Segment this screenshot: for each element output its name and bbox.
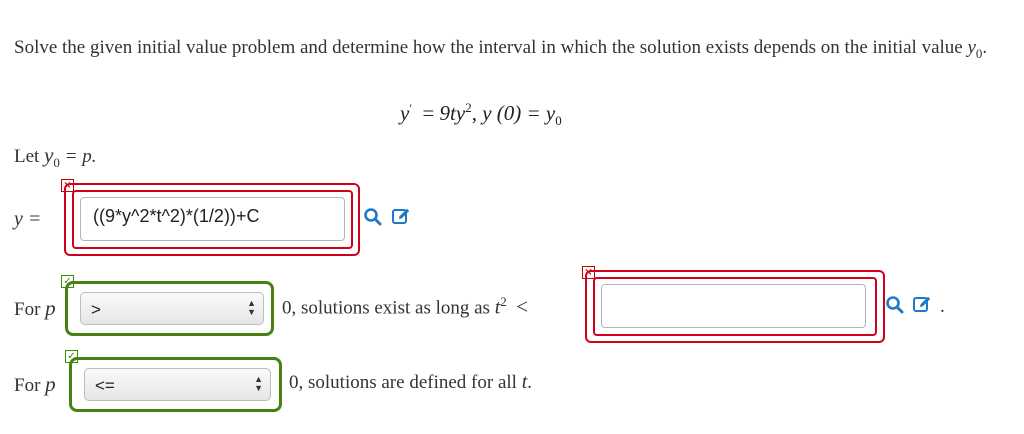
t-exp: 2 (500, 294, 507, 309)
eq-rhs: 9ty (439, 101, 466, 125)
trailing-period: . (940, 296, 945, 317)
p-var: p (45, 296, 56, 320)
let-prefix: Let (14, 146, 40, 167)
select-value: <= (95, 376, 115, 395)
select-arrows-icon: ▲ ▼ (247, 298, 256, 317)
select-arrows-icon: ▲ ▼ (254, 374, 263, 393)
for-label: For (14, 375, 41, 396)
relation-select-positive[interactable]: > ▲ ▼ (80, 292, 264, 325)
p-var: p (45, 372, 56, 396)
instructions-var: y (967, 37, 976, 58)
trailing-period: . (527, 372, 532, 393)
eq-ic-sub: 0 (555, 113, 562, 129)
row-positive-text: 0, solutions exist as long as t2 < (282, 294, 528, 319)
row-positive-label: For p (14, 296, 56, 321)
pencil-edit-icon[interactable] (391, 206, 411, 226)
answer-input[interactable]: ((9*y^2*t^2)*(1/2))+C (80, 197, 345, 241)
let-rest: = p. (64, 146, 97, 167)
less-than: < (516, 294, 529, 319)
positive-text-after: 0, solutions exist as long as (282, 297, 490, 319)
let-statement: Let y0 = p. (14, 143, 96, 171)
instructions-text: Solve the given initial value problem an… (14, 37, 988, 61)
select-value: > (91, 300, 101, 319)
let-sub: 0 (53, 154, 60, 170)
eq-prime: ′ (409, 101, 412, 115)
bound-input[interactable] (601, 284, 866, 328)
for-label: For (14, 299, 41, 320)
pencil-edit-icon[interactable] (912, 294, 932, 314)
relation-select-negative[interactable]: <= ▲ ▼ (84, 368, 271, 401)
instructions-body: Solve the given initial value problem an… (14, 37, 963, 58)
magnifier-icon[interactable] (885, 295, 905, 315)
let-var: y (44, 143, 54, 167)
answer-label: y = (14, 208, 42, 230)
row-negative-label: For p (14, 372, 56, 397)
eq-ic: y (0) = y (482, 101, 556, 125)
eq-exp: 2 (465, 100, 472, 115)
magnifier-icon[interactable] (363, 207, 383, 227)
equation: y′ = 9ty2, y (0) = y0 (400, 100, 562, 129)
eq-lhs: y (400, 101, 410, 125)
row-negative-text: 0, solutions are defined for all t. (289, 371, 532, 394)
negative-text-after: 0, solutions are defined for all (289, 372, 517, 393)
